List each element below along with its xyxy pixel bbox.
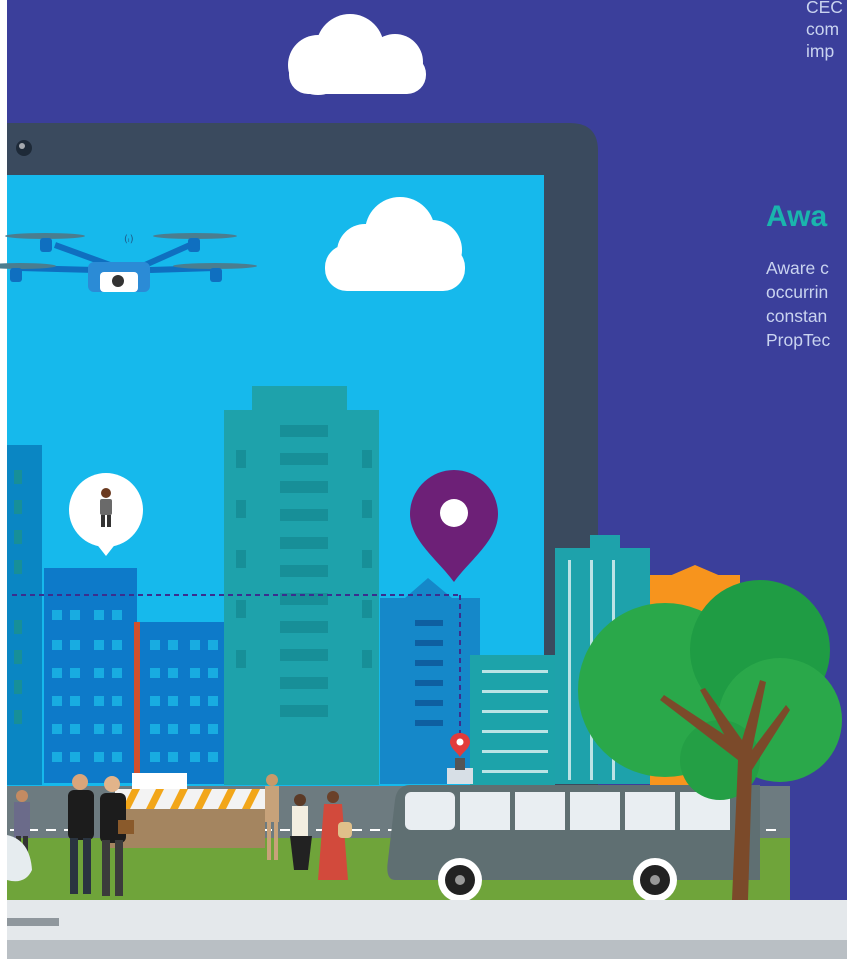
section-text-line: occurrin (766, 282, 829, 302)
home-indicator (7, 918, 59, 926)
section-heading: Awa (766, 200, 828, 233)
intro-text-line: CEC (806, 0, 843, 17)
section-text-line: Aware c (766, 258, 829, 278)
illustration-stage: (ᵢ) CEC com imp Awa Aware c occurrin con… (0, 0, 847, 959)
section-text-line: constan (766, 306, 828, 326)
section-text-line: PropTec (766, 330, 831, 350)
city-tablet-illustration: (ᵢ) (0, 14, 847, 959)
cloud-icon (288, 14, 426, 95)
intro-text-line: com (806, 19, 840, 39)
svg-text:(ᵢ): (ᵢ) (124, 234, 134, 245)
intro-text-line: imp (806, 41, 835, 61)
